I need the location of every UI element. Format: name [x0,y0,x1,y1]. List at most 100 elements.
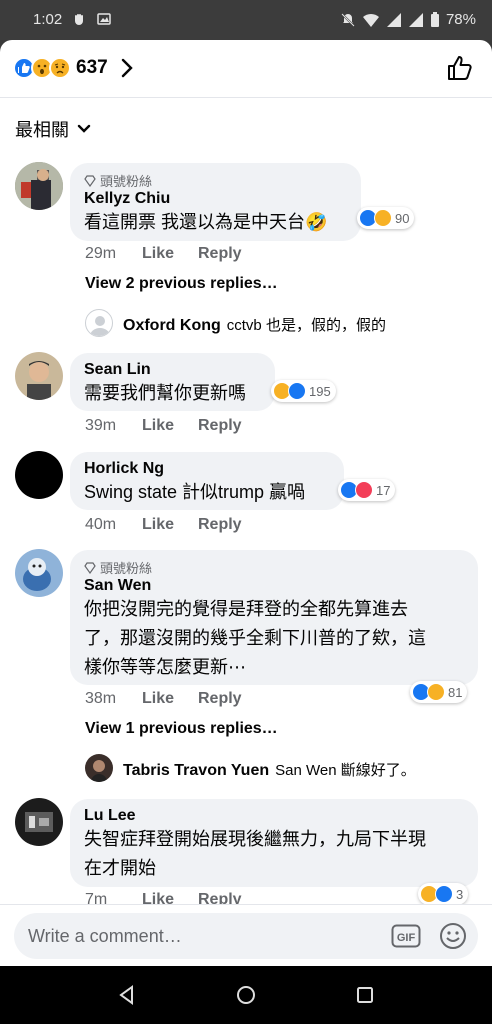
comment-composer: GIF [0,904,492,966]
gif-icon[interactable]: GIF [391,924,421,948]
haha-icon [374,209,392,227]
signal-2-icon [408,12,423,27]
view-previous-replies[interactable]: View 1 previous replies… [85,720,278,738]
avatar[interactable] [15,798,63,846]
reactions-header[interactable]: 637 [0,40,492,98]
comment-actions: 40m Like Reply [85,516,242,534]
svg-text:GIF: GIF [397,932,416,944]
sub-reply[interactable]: Oxford Kong cctvb 也是，假的，假的 [123,314,386,335]
chevron-down-icon [77,124,91,133]
comment-actions: 38m Like Reply [85,690,242,708]
like-icon [435,885,453,903]
comment-bubble[interactable]: 頭號粉絲 Kellyz Chiu 看這開票 我還以為是中天台🤣 [70,163,361,241]
sub-reply[interactable]: Tabris Travon Yuen San Wen 斷線好了。 [123,759,416,780]
comment-input-container[interactable]: GIF [14,913,478,959]
like-button[interactable]: Like [142,516,198,534]
comment-author[interactable]: San Wen [84,577,464,595]
comment-author[interactable]: Lu Lee [84,807,464,825]
top-fan-badge: 頭號粉絲 [84,171,347,190]
reaction-number: 3 [456,886,464,902]
reaction-number: 90 [395,210,410,226]
sort-label: 最相關 [15,120,69,140]
comment-text-line: 你把沒開完的覺得是拜登的全都先算進去 [84,599,408,619]
comment-reactions[interactable]: 195 [271,380,336,402]
like-button[interactable]: Like [142,690,198,708]
avatar[interactable] [15,549,63,597]
notification-hand-icon [75,14,83,25]
comment-input[interactable] [28,923,368,949]
comment-time: 40m [85,516,117,533]
home-icon[interactable] [235,984,257,1006]
system-nav-bar [0,966,492,1024]
comment-author[interactable]: Sean Lin [84,361,261,379]
comment-text-line: 了，那還沒開的幾乎全剩下川普的了欸，這 [84,628,426,648]
like-outline-icon[interactable] [446,54,474,82]
emoji-icon[interactable] [439,922,467,950]
sad-icon [49,57,71,79]
avatar[interactable] [85,754,113,782]
sub-reply-author[interactable]: Oxford Kong [123,317,221,334]
signal-icon [386,12,401,27]
like-button[interactable]: Like [142,245,198,263]
avatar[interactable] [15,352,63,400]
comment-author[interactable]: Kellyz Chiu [84,190,347,208]
avatar[interactable] [15,162,63,210]
comment-actions: 39m Like Reply [85,417,242,435]
comment-reactions[interactable]: 81 [410,681,468,703]
badge-label: 頭號粉絲 [100,561,153,576]
comment-bubble[interactable]: Sean Lin 需要我們幫你更新嗎 [70,353,275,411]
avatar[interactable] [85,309,113,337]
like-button[interactable]: Like [142,417,198,435]
comment-text: 看這開票 我還以為是中天台🤣 [84,212,328,232]
status-indicators: 78% [340,11,476,28]
comment-text-line: 樣你等等怎麼更新⋯ [84,657,246,677]
comment-text-line: 在才開始 [84,858,156,878]
battery-icon [430,11,439,27]
comment-text: Swing state 計似trump 贏喎 [84,482,306,502]
diamond-icon [84,561,96,574]
sub-reply-text: cctvb 也是，假的，假的 [226,317,386,334]
status-time: 1:02 [33,11,63,28]
chevron-right-icon[interactable] [118,56,136,80]
reaction-icons[interactable] [13,57,71,79]
view-previous-replies[interactable]: View 2 previous replies… [85,275,278,293]
comment-actions: 29m Like Reply [85,245,242,263]
reaction-number: 17 [376,482,391,498]
back-icon[interactable] [116,984,138,1006]
comment-bubble[interactable]: 頭號粉絲 San Wen 你把沒開完的覺得是拜登的全都先算進去 了，那還沒開的幾… [70,550,478,685]
comment-text-line: 失智症拜登開始展現後繼無力，九局下半現 [84,829,426,849]
wifi-icon [362,13,379,27]
mute-icon [341,12,355,27]
haha-icon [427,683,445,701]
recents-icon[interactable] [354,984,376,1006]
comment-time: 39m [85,417,117,434]
comment-reactions[interactable]: 17 [338,479,396,501]
reaction-number: 81 [448,684,463,700]
top-fan-badge: 頭號粉絲 [84,558,464,577]
battery-percent: 78% [445,11,476,28]
sub-reply-author[interactable]: Tabris Travon Yuen [123,762,269,779]
comment-reactions[interactable]: 90 [357,207,415,229]
reaction-count[interactable]: 637 [76,57,108,79]
reply-button[interactable]: Reply [198,417,242,435]
gallery-icon [97,13,111,25]
comment-author[interactable]: Horlick Ng [84,460,330,478]
comment-text: 需要我們幫你更新嗎 [84,383,246,403]
comment-time: 38m [85,690,117,707]
like-icon [288,382,306,400]
comment-bubble[interactable]: Lu Lee 失智症拜登開始展現後繼無力，九局下半現 在才開始 [70,799,478,887]
comments-sheet: 637 最相關 頭號粉絲 Kellyz Chiu 看這開票 我還以為是中天台🤣 … [0,40,492,966]
love-icon [355,481,373,499]
status-bar: 1:02 78% [0,0,492,40]
reaction-number: 195 [309,383,331,399]
sort-dropdown[interactable]: 最相關 [15,116,91,142]
badge-label: 頭號粉絲 [100,174,153,189]
reply-button[interactable]: Reply [198,516,242,534]
reply-button[interactable]: Reply [198,690,242,708]
comment-bubble[interactable]: Horlick Ng Swing state 計似trump 贏喎 [70,452,344,510]
reply-button[interactable]: Reply [198,245,242,263]
avatar[interactable] [15,451,63,499]
sub-reply-text: San Wen 斷線好了。 [275,762,416,779]
comment-reactions[interactable]: 3 [418,883,469,905]
comment-time: 29m [85,245,117,262]
